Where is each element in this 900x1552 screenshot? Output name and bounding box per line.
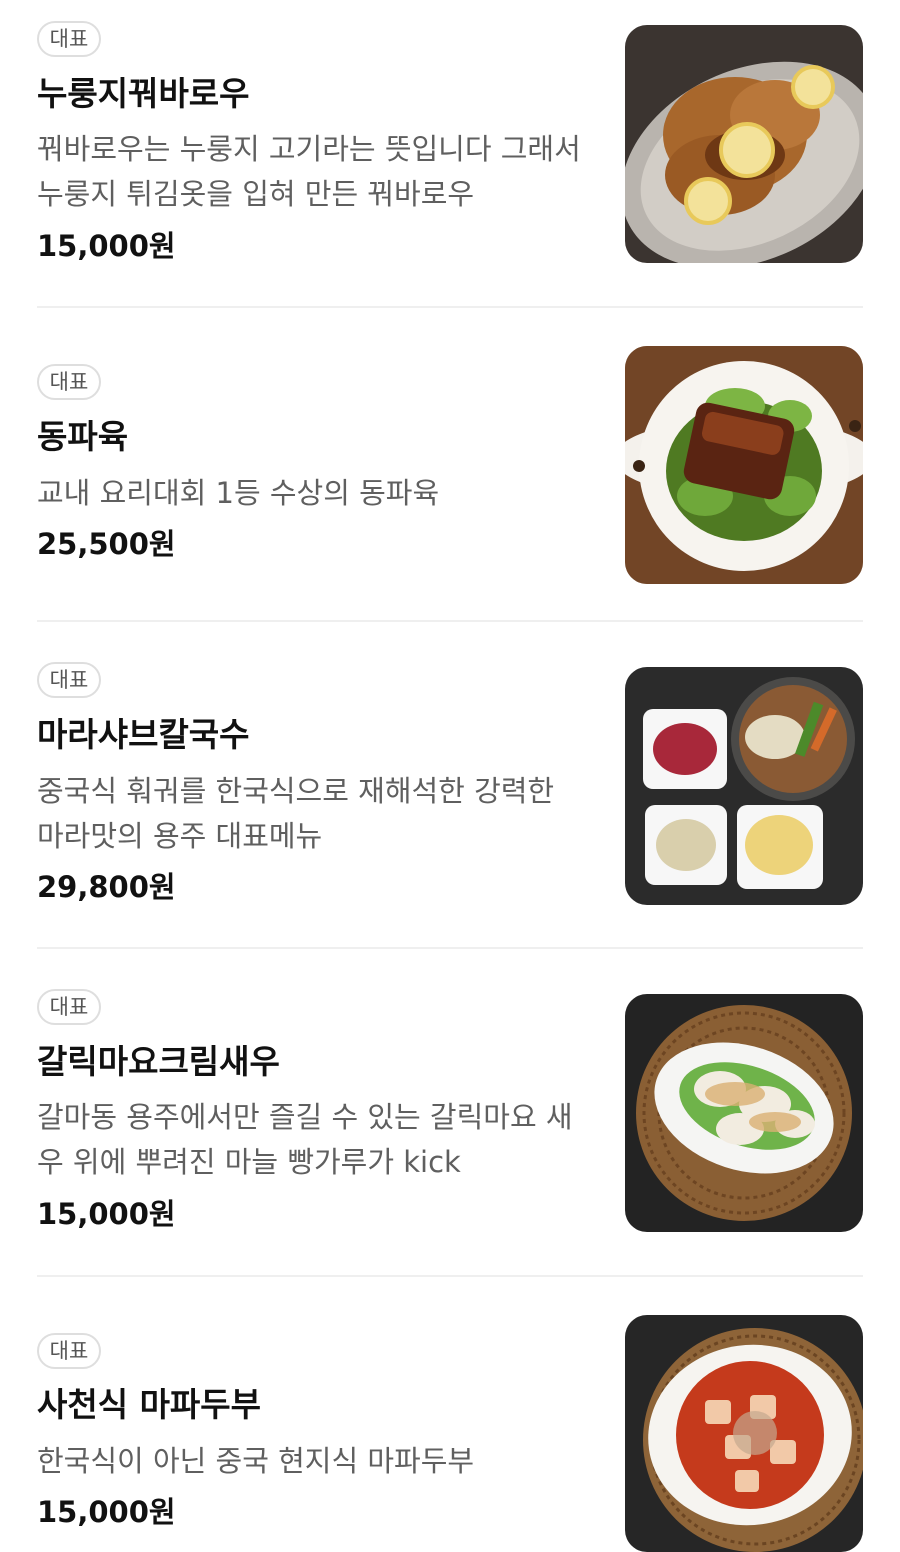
menu-item-description: 중국식 훠궈를 한국식으로 재해석한 강력한 마라맛의 용주 대표메뉴 — [37, 774, 555, 853]
menu-item-5[interactable]: 대표 사천식 마파두부 한국식이 아닌 중국 현지식 마파두부 15,000원 — [0, 1278, 900, 1552]
menu-item-price: 25,500원 — [37, 527, 176, 561]
menu-item-name: 누룽지꿔바로우 — [37, 74, 250, 113]
divider — [37, 306, 863, 308]
menu-item-2[interactable]: 대표 동파육 교내 요리대회 1등 수상의 동파육 25,500원 — [0, 310, 900, 622]
garlic-mayo-shrimp-photo[interactable] — [625, 994, 863, 1232]
menu-item-description: 갈마동 용주에서만 즐길 수 있는 갈릭마요 새우 위에 뿌려진 마늘 빵가루가… — [37, 1100, 573, 1179]
fried-pork-dish-photo[interactable] — [625, 25, 863, 263]
signature-badge: 대표 — [37, 662, 101, 698]
menu-item-description: 한국식이 아닌 중국 현지식 마파두부 — [37, 1444, 475, 1478]
menu-item-4[interactable]: 대표 갈릭마요크림새우 갈마동 용주에서만 즐길 수 있는 갈릭마요 새우 위에… — [0, 948, 900, 1278]
menu-item-price: 15,000원 — [37, 1197, 176, 1231]
menu-item-description: 꿔바로우는 누룽지 고기라는 뜻입니다 그래서 누룽지 튀김옷을 입혀 만든 꿔… — [37, 132, 581, 211]
signature-badge: 대표 — [37, 989, 101, 1025]
mala-hotpot-set-photo[interactable] — [625, 667, 863, 905]
menu-item-name: 갈릭마요크림새우 — [37, 1042, 280, 1081]
menu-item-description: 교내 요리대회 1등 수상의 동파육 — [37, 476, 440, 510]
divider — [37, 1275, 863, 1277]
menu-item-price: 29,800원 — [37, 870, 176, 904]
braised-pork-belly-photo[interactable] — [625, 346, 863, 584]
menu-item-price: 15,000원 — [37, 229, 176, 263]
signature-badge: 대표 — [37, 364, 101, 400]
menu-item-name: 사천식 마파두부 — [37, 1385, 262, 1424]
menu-item-price: 15,000원 — [37, 1495, 176, 1529]
signature-badge: 대표 — [37, 21, 101, 57]
menu-item-3[interactable]: 대표 마라샤브칼국수 중국식 훠궈를 한국식으로 재해석한 강력한 마라맛의 용… — [0, 622, 900, 948]
menu-item-1[interactable]: 대표 누룽지꿔바로우 꿔바로우는 누룽지 고기라는 뜻입니다 그래서 누룽지 튀… — [0, 0, 900, 310]
signature-badge: 대표 — [37, 1333, 101, 1369]
menu-item-name: 동파육 — [37, 417, 129, 456]
menu-item-name: 마라샤브칼국수 — [37, 715, 250, 754]
mapo-tofu-photo[interactable] — [625, 1315, 863, 1552]
